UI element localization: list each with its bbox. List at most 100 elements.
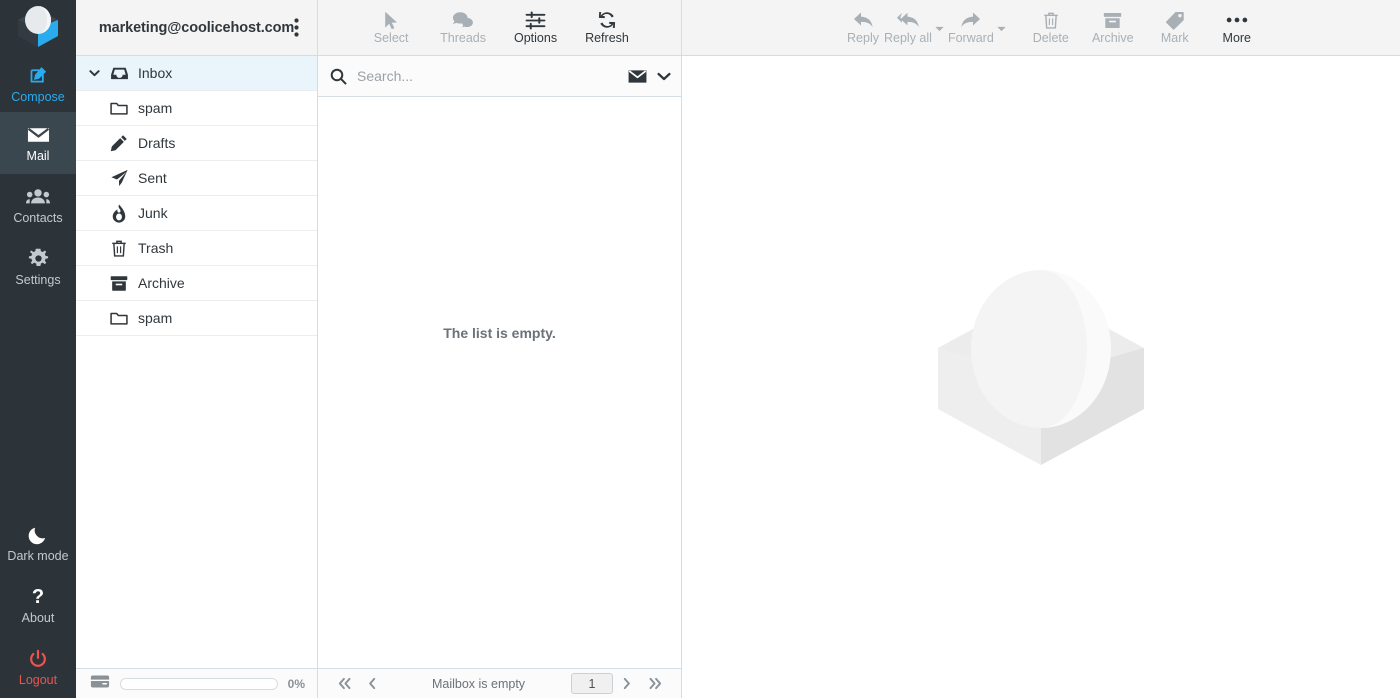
toolbar-button-label: Mark (1160, 31, 1189, 45)
inbox-icon (104, 66, 134, 81)
ellipsis-icon (1226, 10, 1248, 30)
select-button[interactable]: Select (370, 10, 412, 45)
search-input[interactable]: Search... (357, 68, 618, 84)
folder-icon (104, 101, 134, 116)
refresh-button[interactable]: Refresh (585, 10, 629, 45)
roundcube-cube-watermark-icon (938, 270, 1144, 465)
taskbar-item-logout[interactable]: Logout (0, 636, 76, 698)
toolbar-button-label: Archive (1091, 31, 1134, 45)
forward-button-wrap: Forward (948, 10, 1010, 45)
toolbar-button-label: Reply all (884, 31, 932, 45)
folder-icon (104, 311, 134, 326)
toolbar-button-label: More (1222, 31, 1252, 45)
toolbar-button-label: Forward (947, 31, 994, 45)
folder-item-drafts[interactable]: Drafts (76, 126, 317, 161)
folder-item-archive[interactable]: Archive (76, 266, 317, 301)
taskbar-item-label: Compose (11, 89, 65, 104)
archive-box-icon (1103, 10, 1122, 30)
folder-item-junk[interactable]: Junk (76, 196, 317, 231)
search-options-chevron-down-icon[interactable] (657, 72, 671, 81)
taskbar-item-settings[interactable]: Settings (0, 236, 76, 298)
taskbar-item-label: Mail (26, 148, 50, 163)
reply-all-button-wrap: Reply all (884, 10, 948, 45)
roundcube-cube-logo-icon (18, 6, 58, 47)
reply-all-icon (896, 10, 920, 30)
last-page-button[interactable] (641, 677, 669, 690)
folder-item-sent[interactable]: Sent (76, 161, 317, 196)
chevron-down-icon[interactable] (84, 69, 104, 77)
quota-progress-bar (120, 677, 278, 690)
folder-item-label: spam (138, 100, 173, 116)
toolbar-button-label: Delete (1032, 31, 1069, 45)
folder-list: Inbox spam Drafts Sent Junk Trash Archiv… (76, 56, 317, 668)
taskbar: Compose Mail Contacts Settings Dark mode… (0, 0, 76, 698)
folder-item-trash[interactable]: Trash (76, 231, 317, 266)
first-page-button[interactable] (330, 677, 358, 690)
kebab-menu-icon[interactable] (285, 17, 307, 39)
archive-box-icon (104, 275, 134, 292)
prev-page-button[interactable] (358, 677, 386, 690)
next-page-button[interactable] (613, 677, 641, 690)
options-button[interactable]: Options (514, 10, 557, 45)
forward-chevron-down-icon[interactable] (994, 10, 1010, 32)
toolbar-button-label: Select (373, 31, 409, 45)
moon-icon (28, 524, 48, 546)
delete-button[interactable]: Delete (1030, 10, 1072, 45)
compose-pencil-icon (28, 65, 49, 87)
taskbar-item-contacts[interactable]: Contacts (0, 174, 76, 236)
search-bar[interactable]: Search... (318, 56, 681, 97)
toolbar-button-label: Threads (440, 31, 486, 45)
reply-button[interactable]: Reply (842, 10, 884, 45)
search-scope-envelope-icon[interactable] (628, 69, 647, 84)
taskbar-item-mail[interactable]: Mail (0, 112, 76, 174)
taskbar-item-label: About (21, 610, 55, 625)
pagination-status: Mailbox is empty (431, 676, 526, 691)
page-number-input[interactable]: 1 (571, 673, 613, 694)
folder-item-label: Sent (138, 170, 167, 186)
pencil-icon (104, 134, 134, 152)
taskbar-item-about[interactable]: ? About (0, 574, 76, 636)
message-content-panel: Reply Reply all Forward Delete Archive M… (682, 0, 1400, 698)
power-icon (28, 648, 48, 670)
folder-item-label: Drafts (138, 135, 176, 151)
reply-all-button[interactable]: Reply all (884, 10, 932, 45)
forward-icon (960, 10, 981, 30)
taskbar-item-dark-mode[interactable]: Dark mode (0, 512, 76, 574)
reply-all-chevron-down-icon[interactable] (932, 10, 948, 32)
disk-icon (90, 674, 110, 694)
taskbar-spacer (0, 298, 76, 512)
toolbar-button-label: Options (513, 31, 558, 45)
sliders-icon (525, 10, 546, 30)
pagination-bar: Mailbox is empty 1 (318, 668, 681, 698)
tag-icon (1165, 10, 1185, 30)
folder-item-inbox[interactable]: Inbox (76, 56, 317, 91)
folder-item-inbox-spam[interactable]: spam (76, 91, 317, 126)
people-icon (26, 186, 50, 208)
flame-icon (104, 203, 134, 223)
taskbar-item-compose[interactable]: Compose (0, 56, 76, 112)
message-actions-toolbar: Reply Reply all Forward Delete Archive M… (682, 0, 1400, 56)
threads-bubbles-icon (452, 10, 474, 30)
taskbar-item-label: Logout (18, 672, 58, 687)
folder-item-label: Archive (138, 275, 185, 291)
message-list-toolbar: Select Threads Options Refresh (318, 0, 681, 56)
message-list-body: The list is empty. (318, 97, 681, 668)
folder-item-label: spam (138, 310, 173, 326)
toolbar-button-label: Refresh (585, 31, 629, 45)
forward-button[interactable]: Forward (948, 10, 994, 45)
search-icon (330, 68, 347, 85)
quota-status-bar: 0% (76, 668, 317, 698)
threads-button[interactable]: Threads (440, 10, 486, 45)
folder-item-label: Trash (138, 240, 174, 256)
more-button[interactable]: More (1216, 10, 1258, 45)
toolbar-button-label: Reply (847, 31, 879, 45)
account-name: marketing@coolicehost.com (98, 19, 295, 36)
taskbar-item-label: Contacts (13, 210, 63, 225)
quota-percent-label: 0% (287, 676, 305, 691)
envelope-icon (27, 124, 50, 146)
reply-icon (853, 10, 874, 30)
mark-button[interactable]: Mark (1154, 10, 1196, 45)
paper-plane-icon (104, 169, 134, 187)
archive-button[interactable]: Archive (1092, 10, 1134, 45)
folder-item-spam[interactable]: spam (76, 301, 317, 336)
